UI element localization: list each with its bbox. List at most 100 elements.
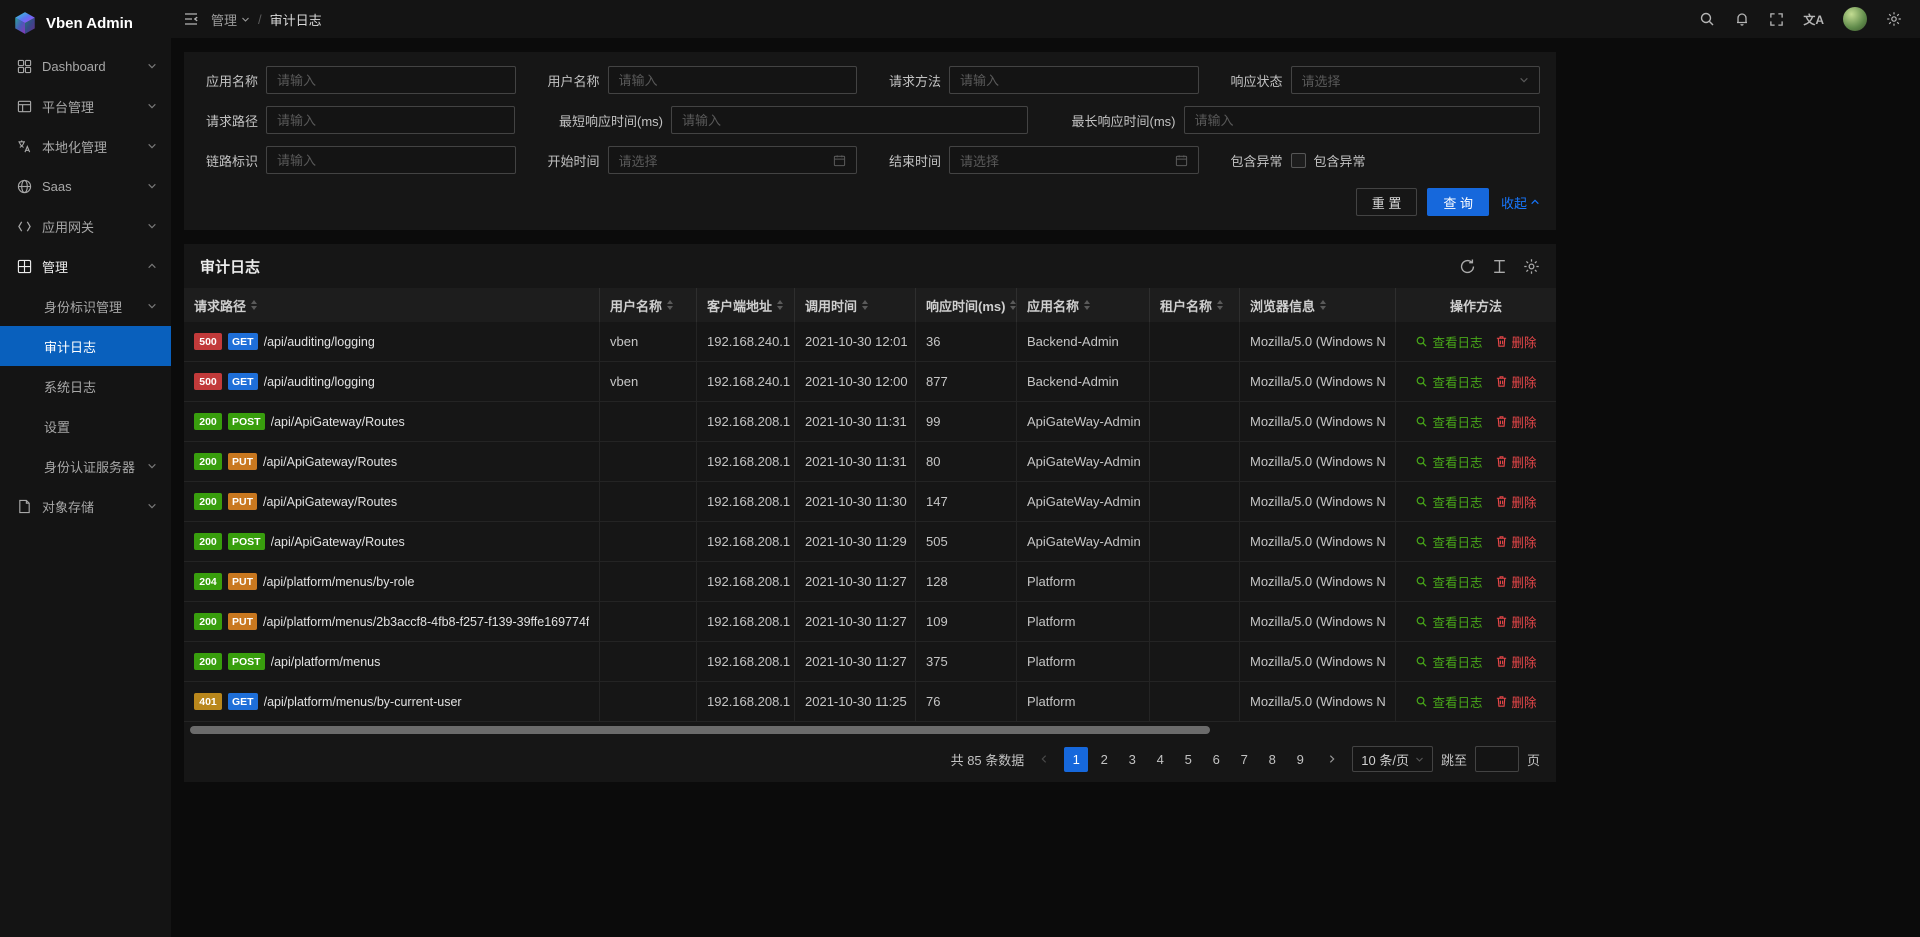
view-log-button[interactable]: 查看日志 — [1415, 652, 1482, 671]
scrollbar-thumb[interactable] — [190, 726, 1210, 734]
user-name-input[interactable] — [608, 66, 858, 94]
sort-caret-icon[interactable] — [1320, 300, 1326, 310]
view-log-button[interactable]: 查看日志 — [1415, 332, 1482, 351]
start-time-datepicker[interactable]: 请选择 — [608, 146, 858, 174]
column-header-app-name[interactable]: 应用名称 — [1017, 288, 1150, 322]
page-button-5[interactable]: 5 — [1176, 747, 1200, 772]
chevron-down-icon — [147, 181, 157, 191]
sidebar-item-localization[interactable]: 本地化管理 — [0, 126, 171, 166]
view-log-button[interactable]: 查看日志 — [1415, 372, 1482, 391]
page-button-4[interactable]: 4 — [1148, 747, 1172, 772]
sort-caret-icon[interactable] — [251, 300, 257, 310]
sidebar-item-dashboard[interactable]: Dashboard — [0, 46, 171, 86]
trace-id-input[interactable] — [266, 146, 516, 174]
table-row: 200POST/api/ApiGateway/Routes192.168.208… — [184, 402, 1556, 442]
view-log-button[interactable]: 查看日志 — [1415, 452, 1482, 471]
delete-button[interactable]: 删除 — [1495, 372, 1537, 391]
request-path-text: /api/platform/menus/by-role — [263, 575, 414, 589]
page-button-9[interactable]: 9 — [1288, 747, 1312, 772]
settings-gear-icon[interactable] — [1886, 11, 1902, 27]
cell-client-address: 192.168.208.1 — [697, 402, 795, 442]
view-log-button[interactable]: 查看日志 — [1415, 532, 1482, 551]
request-method-input[interactable] — [949, 66, 1199, 94]
delete-button[interactable]: 删除 — [1495, 492, 1537, 511]
sidebar-item-platform[interactable]: 平台管理 — [0, 86, 171, 126]
page-button-7[interactable]: 7 — [1232, 747, 1256, 772]
sidebar-item-app-gateway[interactable]: 应用网关 — [0, 206, 171, 246]
page-button-8[interactable]: 8 — [1260, 747, 1284, 772]
sort-caret-icon[interactable] — [1084, 300, 1090, 310]
delete-button[interactable]: 删除 — [1495, 532, 1537, 551]
view-log-button[interactable]: 查看日志 — [1415, 412, 1482, 431]
search-button[interactable]: 查 询 — [1427, 188, 1489, 216]
sidebar-item-saas[interactable]: Saas — [0, 166, 171, 206]
column-header-call-time[interactable]: 调用时间 — [795, 288, 916, 322]
page-button-2[interactable]: 2 — [1092, 747, 1116, 772]
delete-button[interactable]: 删除 — [1495, 652, 1537, 671]
table-row: 401GET/api/platform/menus/by-current-use… — [184, 682, 1556, 722]
app-name-input[interactable] — [266, 66, 516, 94]
column-settings-gear-icon[interactable] — [1523, 258, 1540, 275]
response-status-select[interactable]: 请选择 — [1291, 66, 1541, 94]
management-icon — [16, 258, 32, 274]
view-log-button[interactable]: 查看日志 — [1415, 572, 1482, 591]
page-size-select[interactable]: 10 条/页 — [1352, 746, 1433, 772]
delete-button[interactable]: 删除 — [1495, 412, 1537, 431]
min-response-time-input[interactable] — [671, 106, 1028, 134]
notification-bell-icon[interactable] — [1734, 11, 1750, 27]
breadcrumb-root[interactable]: 管理 — [211, 10, 250, 29]
column-header-user-name[interactable]: 用户名称 — [600, 288, 697, 322]
fullscreen-icon[interactable] — [1769, 12, 1784, 27]
table-toolbar — [1459, 258, 1540, 275]
sort-caret-icon[interactable] — [1217, 300, 1223, 310]
sort-caret-icon[interactable] — [667, 300, 673, 310]
cell-browser-info: Mozilla/5.0 (Windows NT 10.0; Win — [1240, 362, 1396, 402]
sort-caret-icon[interactable] — [777, 300, 783, 310]
sidebar-item-settings[interactable]: 设置 — [0, 406, 171, 446]
sidebar-item-audit-log[interactable]: 审计日志 — [0, 326, 171, 366]
column-header-request-path[interactable]: 请求路径 — [184, 288, 600, 322]
sidebar-item-label: 平台管理 — [42, 97, 147, 116]
translate-icon[interactable]: 文A — [1803, 11, 1824, 28]
pagination-prev-button[interactable] — [1032, 747, 1056, 772]
page-button-1[interactable]: 1 — [1064, 747, 1088, 772]
menu-fold-icon[interactable] — [183, 11, 199, 27]
sidebar-item-identity-management[interactable]: 身份标识管理 — [0, 286, 171, 326]
refresh-icon[interactable] — [1459, 258, 1476, 275]
delete-button[interactable]: 删除 — [1495, 452, 1537, 471]
column-header-response-time[interactable]: 响应时间(ms) — [916, 288, 1017, 322]
delete-button[interactable]: 删除 — [1495, 572, 1537, 591]
column-header-client-address[interactable]: 客户端地址 — [697, 288, 795, 322]
sidebar-item-object-storage[interactable]: 对象存储 — [0, 486, 171, 526]
logo[interactable]: Vben Admin — [0, 0, 171, 46]
row-height-icon[interactable] — [1491, 258, 1508, 275]
include-exception-checkbox[interactable] — [1291, 153, 1306, 168]
sidebar-item-management[interactable]: 管理 — [0, 246, 171, 286]
sidebar-item-auth-server[interactable]: 身份认证服务器 — [0, 446, 171, 486]
sidebar-item-system-log[interactable]: 系统日志 — [0, 366, 171, 406]
cell-call-time: 2021-10-30 11:27 — [795, 602, 916, 642]
end-time-datepicker[interactable]: 请选择 — [949, 146, 1199, 174]
delete-button[interactable]: 删除 — [1495, 612, 1537, 631]
status-badge: 200 — [194, 453, 222, 470]
delete-button[interactable]: 删除 — [1495, 692, 1537, 711]
search-icon[interactable] — [1699, 11, 1715, 27]
jump-page-input[interactable] — [1475, 746, 1519, 772]
page-button-3[interactable]: 3 — [1120, 747, 1144, 772]
max-response-time-input[interactable] — [1184, 106, 1541, 134]
sort-caret-icon[interactable] — [862, 300, 868, 310]
delete-button[interactable]: 删除 — [1495, 332, 1537, 351]
view-log-button[interactable]: 查看日志 — [1415, 692, 1482, 711]
collapse-link[interactable]: 收起 — [1501, 193, 1540, 212]
request-path-input[interactable] — [266, 106, 515, 134]
reset-button[interactable]: 重 置 — [1356, 188, 1418, 216]
avatar[interactable] — [1843, 7, 1867, 31]
include-exception-checkbox-label: 包含异常 — [1314, 151, 1366, 170]
sort-caret-icon[interactable] — [1010, 300, 1016, 310]
column-header-tenant-name[interactable]: 租户名称 — [1150, 288, 1240, 322]
column-header-browser-info[interactable]: 浏览器信息 — [1240, 288, 1396, 322]
page-button-6[interactable]: 6 — [1204, 747, 1228, 772]
view-log-button[interactable]: 查看日志 — [1415, 492, 1482, 511]
view-log-button[interactable]: 查看日志 — [1415, 612, 1482, 631]
pagination-next-button[interactable] — [1320, 747, 1344, 772]
